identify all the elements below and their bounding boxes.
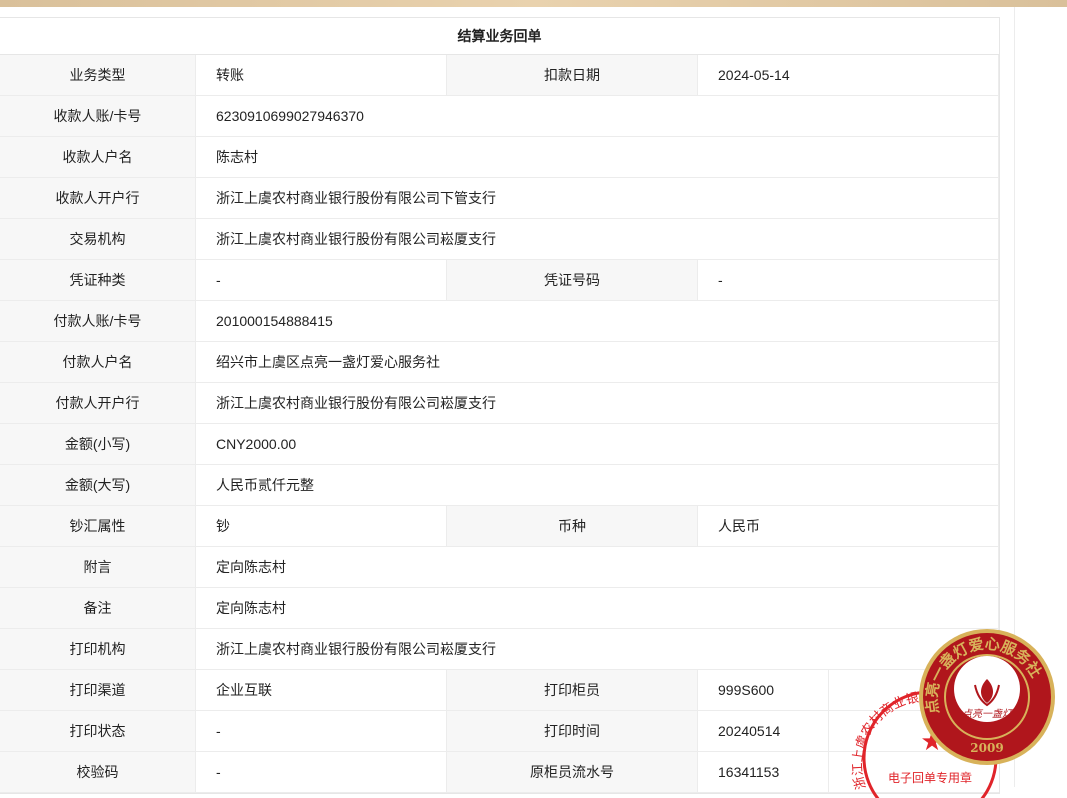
row-label: 收款人开户行 [0,178,196,218]
table-row: 收款人开户行 浙江上虞农村商业银行股份有限公司下管支行 [0,178,999,219]
row-label: 备注 [0,588,196,628]
organization-seal: 点亮一盏灯爱心服务社 点亮一盏灯 2009 [919,629,1055,765]
bank-stamp-caption: 电子回单专用章 [888,770,972,785]
row-value: 2024-05-14 [698,55,999,95]
content-frame: 结算业务回单 业务类型 转账 扣款日期 2024-05-14 收款人账/卡号 6… [0,7,1015,794]
row-value: 转账 [196,55,447,95]
receipt-table: 结算业务回单 业务类型 转账 扣款日期 2024-05-14 收款人账/卡号 6… [0,17,1000,794]
table-row: 凭证种类 - 凭证号码 - [0,260,999,301]
row-label: 付款人账/卡号 [0,301,196,341]
table-row: 付款人户名 绍兴市上虞区点亮一盏灯爱心服务社 [0,342,999,383]
row-label: 打印渠道 [0,670,196,710]
table-row: 付款人账/卡号 201000154888415 [0,301,999,342]
row-label: 收款人户名 [0,137,196,177]
row-value: 陈志村 [196,137,999,177]
row-value: 绍兴市上虞区点亮一盏灯爱心服务社 [196,342,999,382]
row-value: 201000154888415 [196,301,999,341]
row-label: 打印柜员 [447,670,698,710]
row-label: 付款人户名 [0,342,196,382]
row-value: CNY2000.00 [196,424,999,464]
seal-inner-text: 点亮一盏灯 [962,708,1014,720]
row-value: 人民币 [698,506,999,546]
row-value: 浙江上虞农村商业银行股份有限公司下管支行 [196,178,999,218]
row-value: 999S600 [698,670,829,710]
row-label: 凭证种类 [0,260,196,300]
row-label: 金额(小写) [0,424,196,464]
row-value: - [698,260,999,300]
row-value: 浙江上虞农村商业银行股份有限公司崧厦支行 [196,629,999,669]
row-value: 16341153 [698,752,829,792]
row-value: 定向陈志村 [196,588,999,628]
seal-year: 2009 [970,741,1003,755]
row-value: - [196,260,447,300]
row-label: 打印状态 [0,711,196,751]
row-label: 交易机构 [0,219,196,259]
row-value: - [196,711,447,751]
row-value: 钞 [196,506,447,546]
row-value: 20240514 [698,711,829,751]
row-label: 业务类型 [0,55,196,95]
table-row: 钞汇属性 钞 币种 人民币 [0,506,999,547]
table-row: 收款人户名 陈志村 [0,137,999,178]
row-value: 人民币贰仟元整 [196,465,999,505]
row-label: 钞汇属性 [0,506,196,546]
row-label: 金额(大写) [0,465,196,505]
top-accent-bar [0,0,1067,7]
row-label: 附言 [0,547,196,587]
row-value: 定向陈志村 [196,547,999,587]
table-row: 附言 定向陈志村 [0,547,999,588]
row-value: 6230910699027946370 [196,96,999,136]
row-value: - [196,752,447,792]
table-row: 金额(小写) CNY2000.00 [0,424,999,465]
row-label: 扣款日期 [447,55,698,95]
table-row: 收款人账/卡号 6230910699027946370 [0,96,999,137]
table-row: 备注 定向陈志村 [0,588,999,629]
row-label: 凭证号码 [447,260,698,300]
row-value: 浙江上虞农村商业银行股份有限公司崧厦支行 [196,383,999,423]
row-label: 打印机构 [0,629,196,669]
row-label: 校验码 [0,752,196,792]
table-row: 交易机构 浙江上虞农村商业银行股份有限公司崧厦支行 [0,219,999,260]
row-label: 收款人账/卡号 [0,96,196,136]
table-row: 业务类型 转账 扣款日期 2024-05-14 [0,55,999,96]
row-label: 原柜员流水号 [447,752,698,792]
table-row: 金额(大写) 人民币贰仟元整 [0,465,999,506]
table-row: 付款人开户行 浙江上虞农村商业银行股份有限公司崧厦支行 [0,383,999,424]
row-value: 浙江上虞农村商业银行股份有限公司崧厦支行 [196,219,999,259]
receipt-title: 结算业务回单 [0,18,999,55]
table-row: 打印机构 浙江上虞农村商业银行股份有限公司崧厦支行 [0,629,999,670]
row-label: 打印时间 [447,711,698,751]
row-label: 付款人开户行 [0,383,196,423]
row-label: 币种 [447,506,698,546]
row-value: 企业互联 [196,670,447,710]
